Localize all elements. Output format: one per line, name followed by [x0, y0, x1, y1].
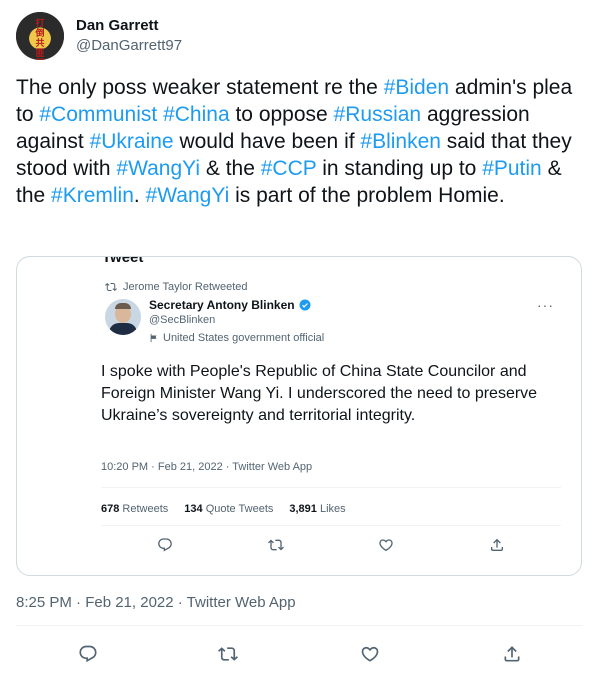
hashtag-link[interactable]: #Putin: [482, 157, 542, 180]
author-handle[interactable]: @DanGarrett97: [76, 36, 182, 56]
hashtag-link[interactable]: #Biden: [384, 76, 449, 99]
divider: [101, 525, 561, 526]
hashtag-link[interactable]: #Russian: [334, 103, 422, 126]
flag-icon: [150, 333, 157, 343]
hashtag-link[interactable]: #Communist: [39, 103, 157, 126]
blinken-avatar: [105, 299, 141, 335]
verified-badge-icon: [299, 299, 311, 311]
author-name[interactable]: Dan Garrett: [76, 16, 182, 36]
retweet-icon: [267, 539, 284, 551]
quoted-actions: [101, 537, 561, 553]
retweet-small-icon: [105, 282, 117, 292]
like-icon: [379, 539, 393, 552]
tweet-author[interactable]: 打倒共匪黨 Dan Garrett @DanGarrett97: [16, 12, 182, 60]
reply-icon: [79, 645, 97, 663]
share-icon: [504, 646, 520, 662]
hashtag-link[interactable]: #Blinken: [360, 130, 441, 153]
avatar-sign-text: 打倒共匪黨: [35, 18, 45, 60]
retweeted-by: Jerome Taylor Retweeted: [105, 281, 248, 293]
quotes-count: 134: [184, 503, 203, 515]
tweet-text-segment: would have been if: [173, 130, 361, 153]
quoted-header-cut: Tweet: [102, 256, 144, 266]
quoted-tweet-stats: 678 Retweets 134 Quote Tweets 3,891 Like…: [101, 503, 346, 515]
quoted-screenshot[interactable]: Tweet Jerome Taylor Retweeted Secretary …: [16, 256, 582, 576]
quoted-author-name: Secretary Antony Blinken: [149, 298, 311, 312]
tweet-text-segment: to oppose: [229, 103, 334, 126]
share-icon: [490, 538, 503, 551]
like-icon: [361, 646, 379, 662]
quoted-tweet-meta: 10:20 PM · Feb 21, 2022 · Twitter Web Ap…: [101, 461, 313, 473]
author-avatar[interactable]: 打倒共匪黨: [16, 12, 64, 60]
tweet-text: The only poss weaker statement re the #B…: [16, 74, 582, 209]
hashtag-link[interactable]: #WangYi: [146, 184, 230, 207]
hashtag-link[interactable]: #Kremlin: [51, 184, 134, 207]
hashtag-link[interactable]: #WangYi: [116, 157, 200, 180]
likes-count: 3,891: [289, 503, 317, 515]
share-button[interactable]: [500, 642, 524, 666]
like-button[interactable]: [358, 642, 382, 666]
quoted-tweet-text: I spoke with People's Republic of China …: [101, 363, 538, 424]
retweets-count: 678: [101, 503, 120, 515]
government-label: United States government official: [149, 332, 324, 344]
tweet-text-segment: in standing up to: [316, 157, 483, 180]
tweet-text-segment: & the: [200, 157, 261, 180]
reply-icon: [158, 538, 172, 552]
quoted-author-handle: @SecBlinken: [149, 314, 216, 326]
divider: [16, 625, 582, 626]
tweet-timestamp[interactable]: 8:25 PM · Feb 21, 2022 · Twitter Web App: [16, 594, 296, 611]
tweet-text-segment: The only poss weaker statement re the: [16, 76, 384, 99]
tweet-text-segment: .: [133, 184, 146, 207]
hashtag-link[interactable]: #CCP: [261, 157, 317, 180]
tweet-text-segment: is part of the problem Homie.: [229, 184, 505, 207]
divider: [101, 487, 561, 488]
hashtag-link[interactable]: #Ukraine: [90, 130, 174, 153]
reply-button[interactable]: [76, 642, 100, 666]
tweet-actions: [16, 642, 582, 666]
retweet-button[interactable]: [216, 642, 240, 666]
retweet-icon: [218, 647, 238, 661]
more-options-icon: ···: [537, 297, 554, 313]
hashtag-link[interactable]: #China: [163, 103, 230, 126]
